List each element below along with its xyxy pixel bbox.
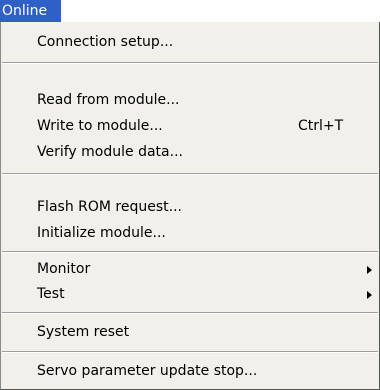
menu-item-label: Flash ROM request... bbox=[37, 199, 182, 215]
menu-separator bbox=[2, 351, 378, 353]
menu-item-connection-setup[interactable]: Connection setup... bbox=[1, 30, 379, 55]
menu-item-label: Initialize module... bbox=[37, 225, 166, 241]
menu-item-label: Write to module... bbox=[37, 118, 163, 134]
menu-item-system-reset[interactable]: System reset bbox=[1, 320, 379, 345]
menu-item-flash-rom-request[interactable]: Flash ROM request... bbox=[1, 195, 379, 220]
menu-item-label: Read from module... bbox=[37, 92, 180, 108]
menu-item-write-to-module[interactable]: Write to module... Ctrl+T bbox=[1, 114, 379, 139]
online-dropdown-menu: Connection setup... Read from module... … bbox=[0, 22, 380, 390]
menu-item-test[interactable]: Test bbox=[1, 282, 379, 307]
menu-item-verify-module-data[interactable]: Verify module data... bbox=[1, 140, 379, 165]
submenu-arrow-icon bbox=[367, 266, 372, 274]
menu-item-servo-parameter-update-stop[interactable]: Servo parameter update stop... bbox=[1, 359, 379, 384]
menu-item-label: Servo parameter update stop... bbox=[37, 363, 258, 379]
menu-title-online[interactable]: Online bbox=[0, 0, 61, 22]
menu-item-label: Monitor bbox=[37, 261, 91, 277]
menu-item-monitor[interactable]: Monitor bbox=[1, 257, 379, 282]
shortcut-ctrl-t: Ctrl+T bbox=[298, 118, 344, 134]
menu-item-label: Test bbox=[37, 286, 65, 302]
menu-item-label: Connection setup... bbox=[37, 34, 174, 50]
submenu-arrow-icon bbox=[367, 291, 372, 299]
menu-separator bbox=[2, 312, 378, 314]
menu-item-label: Verify module data... bbox=[37, 144, 183, 160]
menu-item-label: System reset bbox=[37, 324, 130, 340]
menu-separator bbox=[2, 62, 378, 64]
menu-separator bbox=[2, 173, 378, 175]
menu-separator bbox=[2, 251, 378, 253]
menu-item-initialize-module[interactable]: Initialize module... bbox=[1, 221, 379, 246]
menu-item-read-from-module[interactable]: Read from module... bbox=[1, 88, 379, 113]
